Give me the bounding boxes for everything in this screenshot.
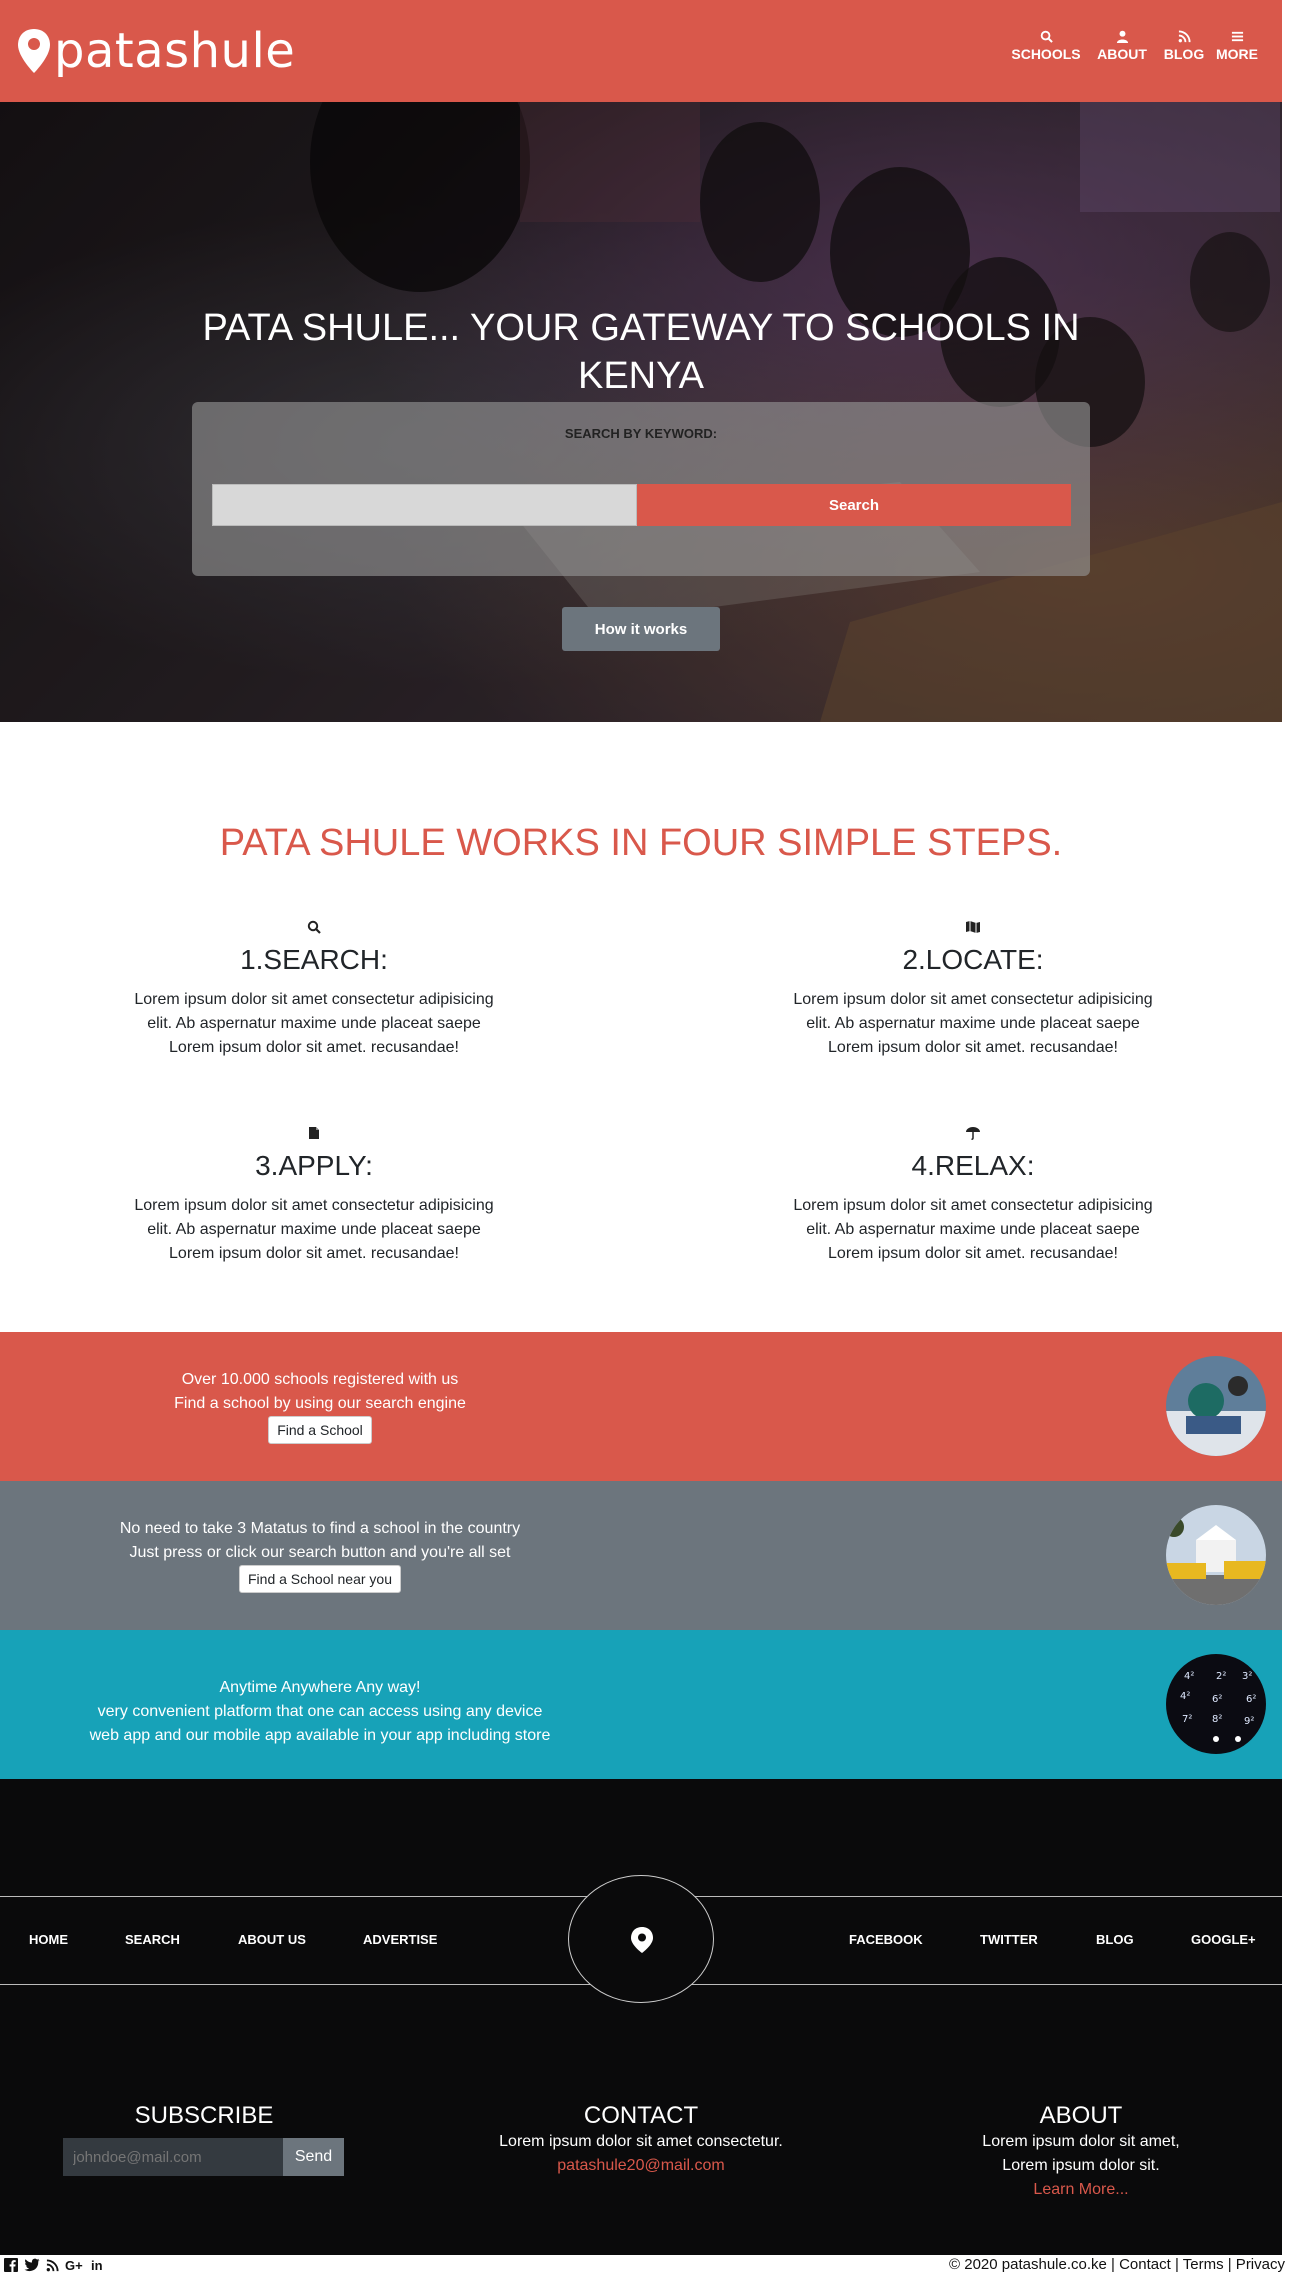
search-icon xyxy=(1040,30,1053,43)
about-text: Lorem ipsum dolor sit amet, xyxy=(982,2133,1180,2150)
band-text: Over 10.000 schools registered with us F… xyxy=(60,1368,580,1444)
social-icons: G+ in xyxy=(4,2256,105,2274)
about-title: ABOUT xyxy=(1039,2102,1123,2129)
search-icon xyxy=(307,920,321,934)
students-photo xyxy=(1166,1356,1266,1456)
svg-text:in: in xyxy=(91,2258,103,2272)
search-input[interactable] xyxy=(212,484,637,526)
step-search: 1.SEARCH: Lorem ipsum dolor sit amet con… xyxy=(124,920,504,1060)
map-icon xyxy=(966,921,980,933)
svg-text:3²: 3² xyxy=(1242,1671,1252,1682)
band-anywhere: Anytime Anywhere Any way! very convenien… xyxy=(0,1630,1282,1779)
nav-schools-label: SCHOOLS xyxy=(1011,46,1081,62)
nav-schools[interactable]: SCHOOLS xyxy=(1010,30,1082,62)
logo[interactable]: patashule xyxy=(16,24,295,78)
file-icon xyxy=(309,1127,319,1139)
band-schools: Over 10.000 schools registered with us F… xyxy=(0,1332,1282,1481)
nav-more-label: MORE xyxy=(1216,46,1258,62)
menu-icon xyxy=(1231,31,1243,42)
step-locate: 2.LOCATE: Lorem ipsum dolor sit amet con… xyxy=(783,920,1163,1060)
svg-text:8²: 8² xyxy=(1212,1714,1222,1725)
footer-link-search[interactable]: SEARCH xyxy=(125,1932,180,1947)
find-school-near-button[interactable]: Find a School near you xyxy=(239,1565,401,1593)
linkedin-icon[interactable]: in xyxy=(91,2258,105,2272)
find-school-button[interactable]: Find a School xyxy=(268,1416,372,1444)
band-line: No need to take 3 Matatus to find a scho… xyxy=(119,1520,521,1537)
step-heading: 1.SEARCH: xyxy=(240,944,388,975)
band-line: Anytime Anywhere Any way! xyxy=(219,1679,421,1696)
contact-text: Lorem ipsum dolor sit amet consectetur. xyxy=(499,2133,783,2150)
email-field[interactable] xyxy=(63,2138,283,2176)
hero-section: PATA SHULE... YOUR GATEWAY TO SCHOOLS IN… xyxy=(0,102,1282,722)
band-line: Just press or click our search button an… xyxy=(129,1544,511,1561)
step-heading: 3.APPLY: xyxy=(255,1150,373,1181)
search-button[interactable]: Search xyxy=(637,484,1071,526)
rss-icon[interactable] xyxy=(46,2258,59,2272)
footer-link-facebook[interactable]: FACEBOOK xyxy=(849,1932,923,1947)
band-line: Find a school by using our search engine xyxy=(174,1395,466,1412)
footer-link-googleplus[interactable]: GOOGLE+ xyxy=(1191,1932,1256,1947)
footer-logo-circle[interactable] xyxy=(568,1875,714,2003)
nav-blog-label: BLOG xyxy=(1163,46,1205,62)
google-plus-icon[interactable]: G+ xyxy=(65,2258,85,2272)
map-pin-icon xyxy=(18,29,50,73)
contact-title: CONTACT xyxy=(583,2102,699,2129)
band-matatus: No need to take 3 Matatus to find a scho… xyxy=(0,1481,1282,1630)
contact-section: CONTACT Lorem ipsum dolor sit amet conse… xyxy=(441,2102,841,2178)
step-heading: 4.RELAX: xyxy=(911,1150,1035,1181)
brand-name: patashule xyxy=(54,23,296,79)
search-panel: SEARCH BY KEYWORD: Search xyxy=(192,402,1090,576)
school-bus-photo xyxy=(1166,1505,1266,1605)
footer-link-home[interactable]: HOME xyxy=(29,1932,68,1947)
how-it-works-button[interactable]: How it works xyxy=(562,607,720,651)
step-text: Lorem ipsum dolor sit amet consectetur a… xyxy=(793,991,1153,1056)
hero-title: PATA SHULE... YOUR GATEWAY TO SCHOOLS IN… xyxy=(202,307,1080,397)
user-icon xyxy=(1116,30,1128,43)
rss-icon xyxy=(1178,30,1191,43)
about-section: ABOUT Lorem ipsum dolor sit amet, Lorem … xyxy=(931,2102,1231,2202)
step-heading: 2.LOCATE: xyxy=(902,944,1044,975)
facebook-icon[interactable] xyxy=(4,2258,18,2272)
svg-text:4²: 4² xyxy=(1184,1671,1194,1682)
subscribe-section: SUBSCRIBE xyxy=(54,2102,354,2130)
step-text: Lorem ipsum dolor sit amet consectetur a… xyxy=(134,1197,494,1262)
devices-photo: 4² 2² 3² 4² 6² 6² 7² 8² 9² xyxy=(1166,1654,1266,1754)
nav-blog[interactable]: BLOG xyxy=(1160,30,1208,62)
svg-text:2²: 2² xyxy=(1216,1671,1226,1682)
svg-text:6²: 6² xyxy=(1246,1694,1256,1705)
svg-text:6²: 6² xyxy=(1212,1694,1222,1705)
learn-more-link[interactable]: Learn More... xyxy=(931,2178,1231,2202)
step-relax: 4.RELAX: Lorem ipsum dolor sit amet cons… xyxy=(783,1126,1163,1266)
twitter-icon[interactable] xyxy=(24,2258,40,2272)
band-text: No need to take 3 Matatus to find a scho… xyxy=(60,1517,580,1593)
search-label: SEARCH BY KEYWORD: xyxy=(564,426,718,441)
band-text: Anytime Anywhere Any way! very convenien… xyxy=(60,1676,580,1748)
about-text: Lorem ipsum dolor sit. xyxy=(1002,2157,1160,2174)
svg-text:G+: G+ xyxy=(65,2258,83,2272)
svg-text:7²: 7² xyxy=(1182,1714,1192,1725)
band-line: web app and our mobile app available in … xyxy=(89,1727,551,1744)
step-apply: 3.APPLY: Lorem ipsum dolor sit amet cons… xyxy=(124,1126,504,1266)
steps-title: PATA SHULE WORKS IN FOUR SIMPLE STEPS. xyxy=(219,822,1063,864)
step-text: Lorem ipsum dolor sit amet consectetur a… xyxy=(134,991,494,1056)
navbar: patashule SCHOOLS ABOUT BLOG MORE xyxy=(0,0,1282,102)
copyright-text: © 2020 patashule.co.ke | Contact | Terms… xyxy=(949,2256,1285,2273)
svg-text:4²: 4² xyxy=(1180,1691,1190,1702)
svg-text:9²: 9² xyxy=(1244,1716,1254,1727)
map-pin-icon xyxy=(631,1927,653,1953)
contact-email-link[interactable]: patashule20@mail.com xyxy=(441,2154,841,2178)
footer-link-twitter[interactable]: TWITTER xyxy=(980,1932,1038,1947)
nav-about[interactable]: ABOUT xyxy=(1094,30,1150,62)
band-line: Over 10.000 schools registered with us xyxy=(181,1371,459,1388)
footer-link-advertise[interactable]: ADVERTISE xyxy=(363,1932,437,1947)
subscribe-title: SUBSCRIBE xyxy=(134,2102,274,2129)
footer-link-about[interactable]: ABOUT US xyxy=(238,1932,306,1947)
send-button[interactable]: Send xyxy=(283,2138,344,2176)
step-text: Lorem ipsum dolor sit amet consectetur a… xyxy=(793,1197,1153,1262)
nav-more[interactable]: MORE xyxy=(1214,30,1260,62)
umbrella-icon xyxy=(966,1127,980,1140)
footer-link-blog[interactable]: BLOG xyxy=(1096,1932,1134,1947)
nav-about-label: ABOUT xyxy=(1097,46,1147,62)
band-line: very convenient platform that one can ac… xyxy=(97,1703,543,1720)
